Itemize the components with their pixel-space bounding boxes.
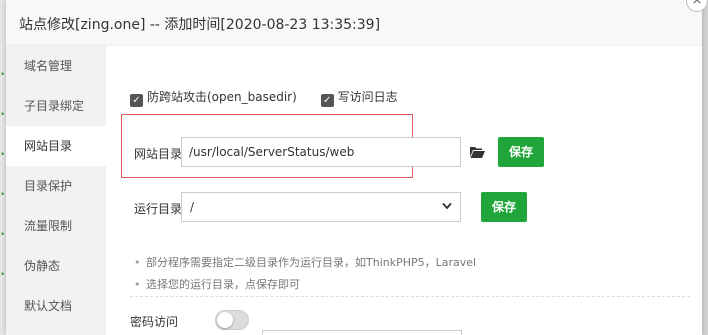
sidebar-item-dir-protection[interactable]: 目录保护 [6,166,106,206]
sidebar-item-subdir-binding[interactable]: 子目录绑定 [6,86,106,126]
password-input-partial[interactable] [262,330,462,335]
sidebar-item-default-doc[interactable]: 默认文档 [6,286,106,326]
password-access-label: 密码访问 [130,315,179,329]
dialog-title: 站点修改[zing.one] -- 添加时间[2020-08-23 13:35:… [19,17,381,33]
run-dir-label: 运行目录 [134,202,183,216]
tip-item: 选择您的运行目录，点保存即可 [134,274,476,296]
toggle-knob [217,312,233,328]
run-dir-select[interactable]: / [181,192,461,222]
site-dir-input[interactable]: /usr/local/ServerStatus/web [181,137,461,167]
access-log-checkbox[interactable]: ✓ [320,94,334,107]
run-dir-value: / [190,200,195,214]
chevron-down-icon [442,202,452,210]
tip-item: 部分程序需要指定二级目录作为运行目录，如ThinkPHP5，Laravel [134,252,476,274]
sidebar-item-site-directory[interactable]: 网站目录 [6,126,106,166]
run-dir-save-button[interactable]: 保存 [481,192,527,222]
anti-xss-checkbox[interactable]: ✓ [130,94,143,107]
sidebar-item-traffic-limit[interactable]: 流量限制 [6,206,106,246]
sidebar-item-rewrite[interactable]: 伪静态 [6,246,106,286]
folder-open-icon[interactable] [470,146,485,158]
password-access-toggle[interactable] [215,310,249,330]
dialog-header: 站点修改[zing.one] -- 添加时间[2020-08-23 13:35:… [6,0,702,46]
anti-xss-label: 防跨站攻击(open_basedir) [147,90,297,104]
site-directory-panel: ✓ 防跨站攻击(open_basedir) ✓ 写访问日志 网站目录 /usr/lo… [106,46,702,335]
settings-sidebar: 域名管理 子目录绑定 网站目录 目录保护 流量限制 伪静态 默认文档 [6,46,106,335]
tips-list: 部分程序需要指定二级目录作为运行目录，如ThinkPHP5，Laravel 选择… [134,252,476,296]
site-edit-dialog: 站点修改[zing.one] -- 添加时间[2020-08-23 13:35:… [6,0,708,335]
site-dir-save-button[interactable]: 保存 [498,137,544,167]
site-dir-label: 网站目录 [134,147,183,161]
section-divider [130,296,690,297]
options-row: ✓ 防跨站攻击(open_basedir) ✓ 写访问日志 [130,88,418,107]
sidebar-item-domain[interactable]: 域名管理 [6,46,106,86]
access-log-label: 写访问日志 [337,90,398,104]
